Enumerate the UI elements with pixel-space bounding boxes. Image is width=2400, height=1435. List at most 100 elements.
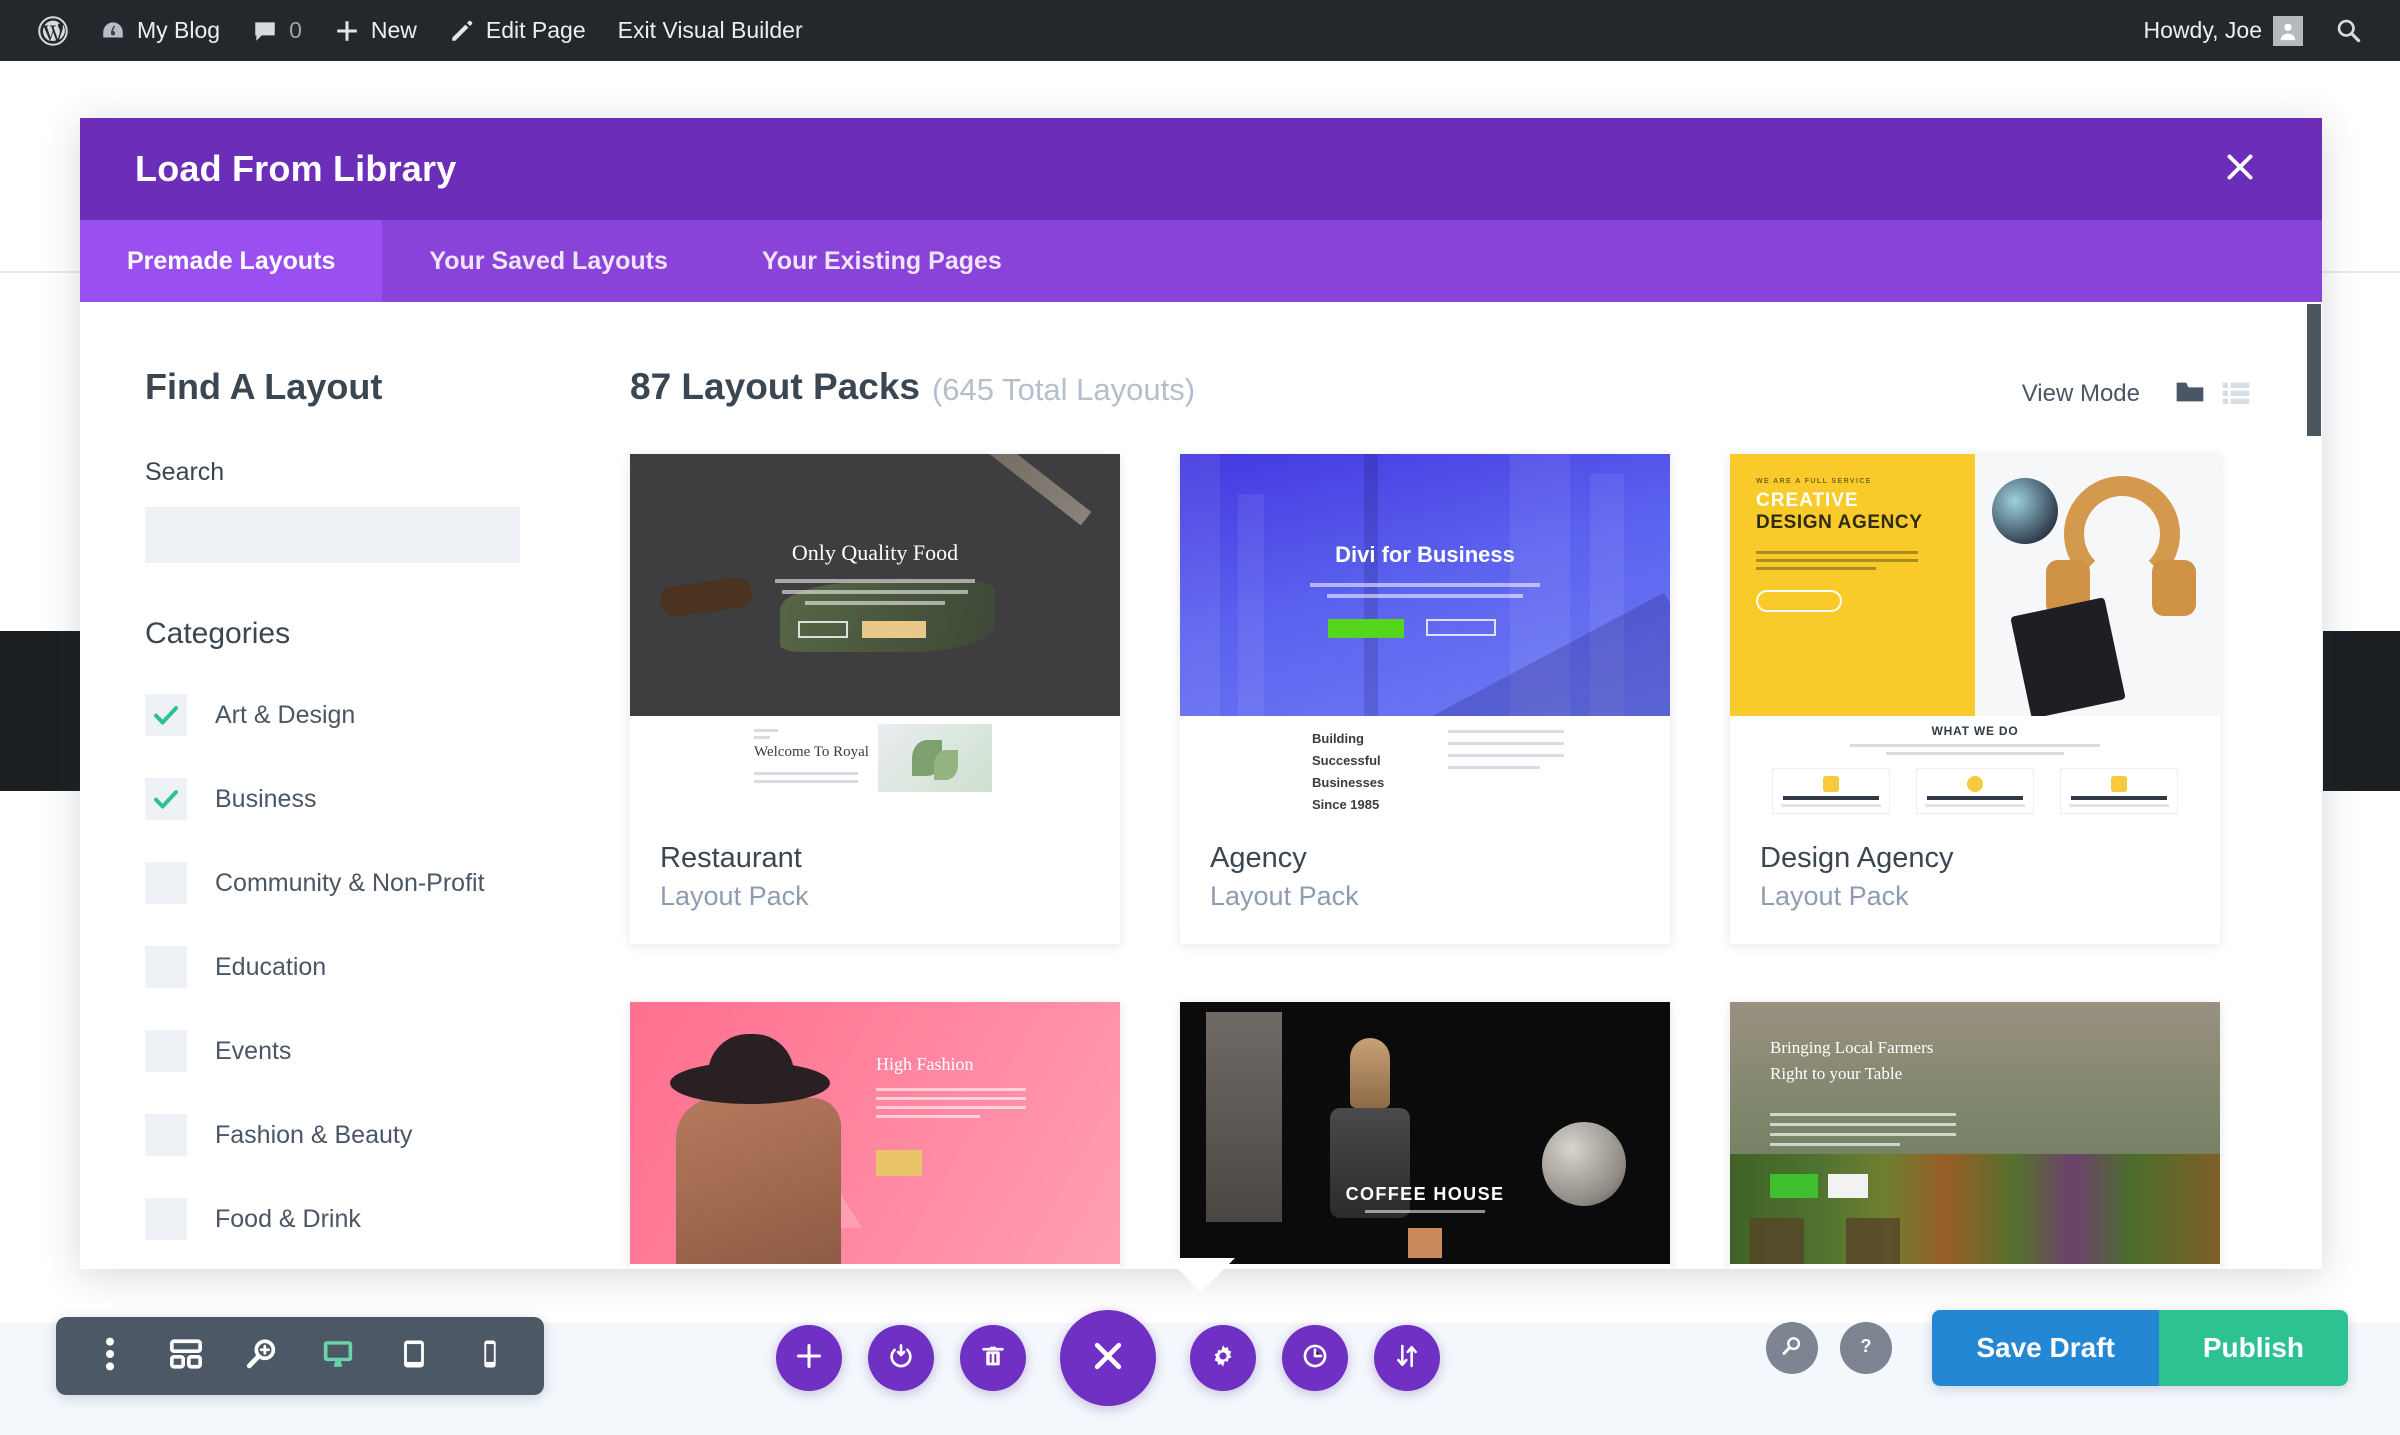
preview-hero-title-1: Bringing Local Farmers xyxy=(1770,1038,1934,1058)
save-draft-button[interactable]: Save Draft xyxy=(1932,1310,2159,1386)
adminbar-search-button[interactable] xyxy=(2319,0,2378,61)
card-preview: High Fashion xyxy=(630,1002,1120,1265)
checkbox-unchecked-icon[interactable] xyxy=(145,1030,187,1072)
power-icon xyxy=(887,1342,915,1375)
preview-feature-card xyxy=(1916,768,2034,814)
layout-card-farmers-market[interactable]: Bringing Local Farmers Right to your Tab… xyxy=(1730,1002,2220,1269)
close-icon xyxy=(2222,149,2258,190)
tab-your-existing-pages-label: Your Existing Pages xyxy=(761,246,1002,275)
howdy-user-button[interactable]: Howdy, Joe xyxy=(2128,0,2319,61)
preview-green-button xyxy=(1328,619,1404,638)
checkbox-checked-icon[interactable] xyxy=(145,694,187,736)
more-options-button[interactable] xyxy=(72,1317,148,1395)
zoom-view-button[interactable] xyxy=(224,1317,300,1395)
tab-your-saved-layouts[interactable]: Your Saved Layouts xyxy=(382,220,715,302)
phone-icon xyxy=(473,1337,507,1376)
close-menu-button[interactable] xyxy=(1060,1310,1156,1406)
layout-card-grid: Only Quality Food Welcome To Royal Resta… xyxy=(630,454,2252,1269)
checkbox-unchecked-icon[interactable] xyxy=(145,1114,187,1156)
wp-admin-bar: My Blog 0 New Edit Page Exit Visual Buil… xyxy=(0,0,2400,61)
layout-card-coffee-house[interactable]: COFFEE HOUSE xyxy=(1180,1002,1670,1269)
tab-premade-layouts[interactable]: Premade Layouts xyxy=(80,220,383,302)
vertical-dots-icon xyxy=(105,1337,115,1376)
modal-scrollbar-track[interactable] xyxy=(2306,302,2322,1269)
close-icon xyxy=(1088,1336,1128,1381)
preview-lower-title: Building Successful Businesses Since 198… xyxy=(1312,731,1385,813)
new-content-button[interactable]: New xyxy=(318,0,433,61)
modal-title: Load From Library xyxy=(135,148,457,189)
help-button[interactable]: ? xyxy=(1840,1322,1893,1374)
builder-right-controls: ? Save Draft Publish xyxy=(1766,1310,2348,1386)
preview-hero-text xyxy=(775,572,975,612)
card-preview: Only Quality Food xyxy=(630,454,1120,716)
card-subtitle: Layout Pack xyxy=(1210,880,1359,911)
wordpress-logo-button[interactable] xyxy=(22,0,84,61)
categories-label: Categories xyxy=(145,617,291,650)
site-name-button[interactable]: My Blog xyxy=(84,0,236,61)
category-fashion-and-beauty[interactable]: Fashion & Beauty xyxy=(145,1093,580,1177)
card-meta: Restaurant Layout Pack xyxy=(630,818,1120,944)
checkbox-unchecked-icon[interactable] xyxy=(145,946,187,988)
modal-close-button[interactable] xyxy=(2213,142,2267,196)
layout-card-restaurant[interactable]: Only Quality Food Welcome To Royal Resta… xyxy=(630,454,1120,957)
plus-icon xyxy=(795,1342,823,1375)
tablet-icon xyxy=(397,1337,431,1376)
edit-page-button[interactable]: Edit Page xyxy=(433,0,602,61)
packs-count: 87 Layout Packs xyxy=(630,366,920,407)
preview-cta-button xyxy=(1408,1228,1442,1259)
layout-card-fashion[interactable]: High Fashion xyxy=(630,1002,1120,1269)
toggle-builder-button[interactable] xyxy=(868,1325,934,1391)
preview-hero-title: COFFEE HOUSE xyxy=(1345,1184,1505,1205)
add-section-button[interactable] xyxy=(776,1325,842,1391)
desktop-view-button[interactable] xyxy=(300,1317,376,1395)
tablet-view-button[interactable] xyxy=(376,1317,452,1395)
tab-your-existing-pages[interactable]: Your Existing Pages xyxy=(715,220,1049,302)
modal-scrollbar-thumb[interactable] xyxy=(2307,304,2321,436)
search-builder-button[interactable] xyxy=(1766,1322,1819,1374)
edit-page-label: Edit Page xyxy=(485,17,586,43)
exit-visual-builder-button[interactable]: Exit Visual Builder xyxy=(602,0,819,61)
checkbox-unchecked-icon[interactable] xyxy=(145,862,187,904)
site-name-label: My Blog xyxy=(137,17,221,43)
results-header: 87 Layout Packs (645 Total Layouts) View… xyxy=(630,366,2252,408)
checkbox-checked-icon[interactable] xyxy=(145,778,187,820)
card-subtitle: Layout Pack xyxy=(660,880,809,911)
clear-layout-button[interactable] xyxy=(960,1325,1026,1391)
gear-icon xyxy=(1209,1342,1237,1375)
category-events[interactable]: Events xyxy=(145,1009,580,1093)
preview-green-button xyxy=(1770,1174,1818,1199)
view-mode-label: View Mode xyxy=(2021,380,2140,407)
preview-hat-brim xyxy=(670,1062,830,1105)
folder-view-icon[interactable] xyxy=(2174,376,2206,408)
preview-lower-title: WHAT WE DO xyxy=(1931,724,2019,738)
layout-card-design-agency[interactable]: WE ARE A FULL SERVICE CREATIVE DESIGN AG… xyxy=(1730,454,2220,957)
category-food-and-drink[interactable]: Food & Drink xyxy=(145,1177,580,1261)
category-education[interactable]: Education xyxy=(145,925,580,1009)
preview-lower-title: Welcome To Royal xyxy=(754,744,869,760)
checkbox-unchecked-icon[interactable] xyxy=(145,1198,187,1240)
preview-decor-ball xyxy=(1992,478,2058,544)
card-preview: WE ARE A FULL SERVICE CREATIVE DESIGN AG… xyxy=(1730,454,2220,716)
search-input[interactable] xyxy=(145,507,520,563)
category-community-and-non-profit[interactable]: Community & Non-Profit xyxy=(145,841,580,925)
layout-card-agency[interactable]: Divi for Business Building Successful Bu… xyxy=(1180,454,1670,957)
preview-ghost-button xyxy=(1426,619,1496,636)
category-art-and-design[interactable]: Art & Design xyxy=(145,673,580,757)
phone-view-button[interactable] xyxy=(452,1317,528,1395)
card-preview-lower: Building Successful Businesses Since 198… xyxy=(1180,716,1670,818)
publish-button[interactable]: Publish xyxy=(2158,1310,2348,1386)
list-view-icon[interactable] xyxy=(2220,376,2252,408)
howdy-label: Howdy, Joe xyxy=(2143,17,2262,43)
category-label: Business xyxy=(215,784,317,813)
tab-your-saved-layouts-label: Your Saved Layouts xyxy=(429,246,668,275)
preview-ghost-button xyxy=(798,621,848,638)
portability-button[interactable] xyxy=(1374,1325,1440,1391)
comments-button[interactable]: 0 xyxy=(236,0,318,61)
layout-results: 87 Layout Packs (645 Total Layouts) View… xyxy=(580,302,2322,1269)
page-settings-button[interactable] xyxy=(1190,1325,1256,1391)
wireframe-view-button[interactable] xyxy=(148,1317,224,1395)
preview-hero-title: Divi for Business xyxy=(1335,542,1515,567)
exit-visual-builder-label: Exit Visual Builder xyxy=(617,17,803,43)
category-business[interactable]: Business xyxy=(145,757,580,841)
editing-history-button[interactable] xyxy=(1282,1325,1348,1391)
